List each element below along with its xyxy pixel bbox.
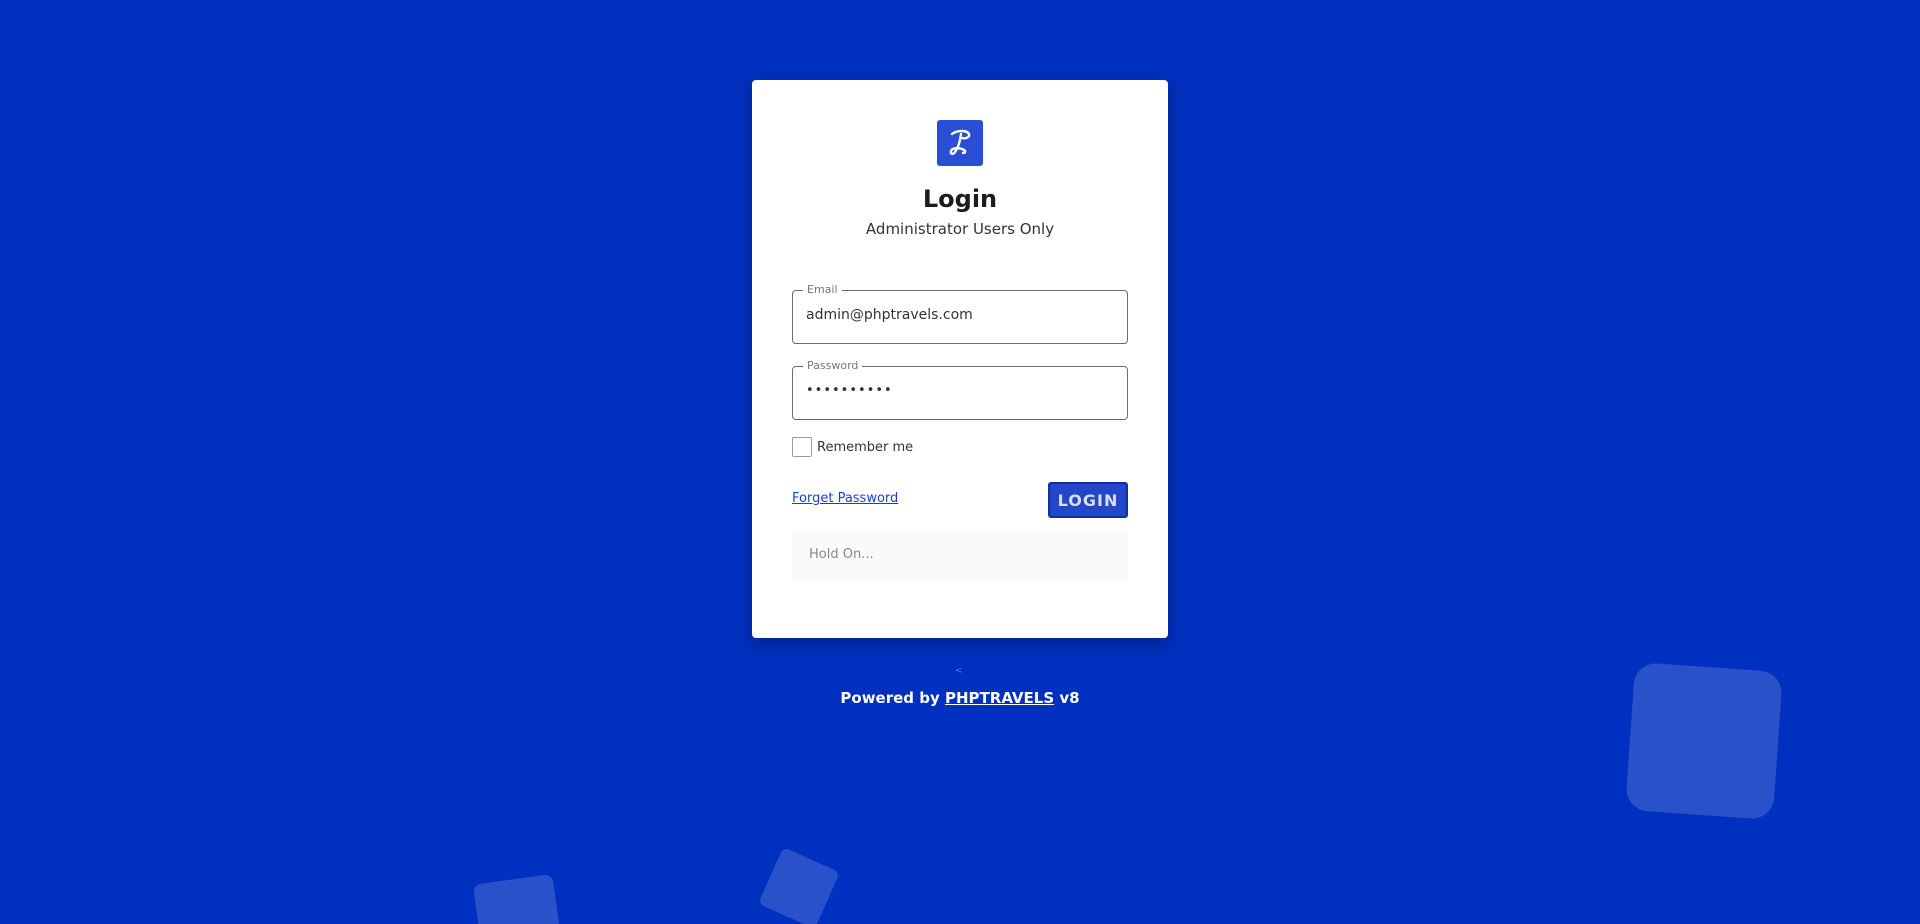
password-input[interactable] <box>806 383 1116 398</box>
remember-me[interactable]: Remember me <box>792 436 913 458</box>
email-label: Email <box>803 283 842 297</box>
login-button[interactable]: LOGIN <box>1048 482 1128 518</box>
password-field[interactable]: Password <box>792 359 1128 420</box>
footer-version: v8 <box>1059 689 1080 707</box>
footer: Powered by PHPTRAVELS v8 <box>0 689 1920 707</box>
decorative-square <box>472 873 564 924</box>
login-card: Login Administrator Users Only Email Pas… <box>752 80 1168 638</box>
decorative-square <box>1625 662 1783 820</box>
phptravels-logo-icon <box>937 120 983 166</box>
chevron-left-icon: < <box>955 666 963 676</box>
status-message: Hold On... <box>792 532 1128 580</box>
remember-me-checkbox[interactable] <box>792 437 812 457</box>
page-title: Login <box>922 185 998 213</box>
remember-me-label: Remember me <box>817 439 914 455</box>
password-label: Password <box>803 359 863 373</box>
email-field[interactable]: Email <box>792 283 1128 344</box>
page-background: Login Administrator Users Only Email Pas… <box>0 0 1920 924</box>
phptravels-link[interactable]: PHPTRAVELS <box>945 689 1054 707</box>
forgot-password-link[interactable]: Forget Password <box>792 491 898 506</box>
decorative-square <box>758 847 840 924</box>
email-input[interactable] <box>806 307 1116 323</box>
status-text: Hold On... <box>809 547 874 562</box>
footer-prefix: Powered by <box>840 689 940 707</box>
page-subtitle: Administrator Users Only <box>865 220 1055 238</box>
